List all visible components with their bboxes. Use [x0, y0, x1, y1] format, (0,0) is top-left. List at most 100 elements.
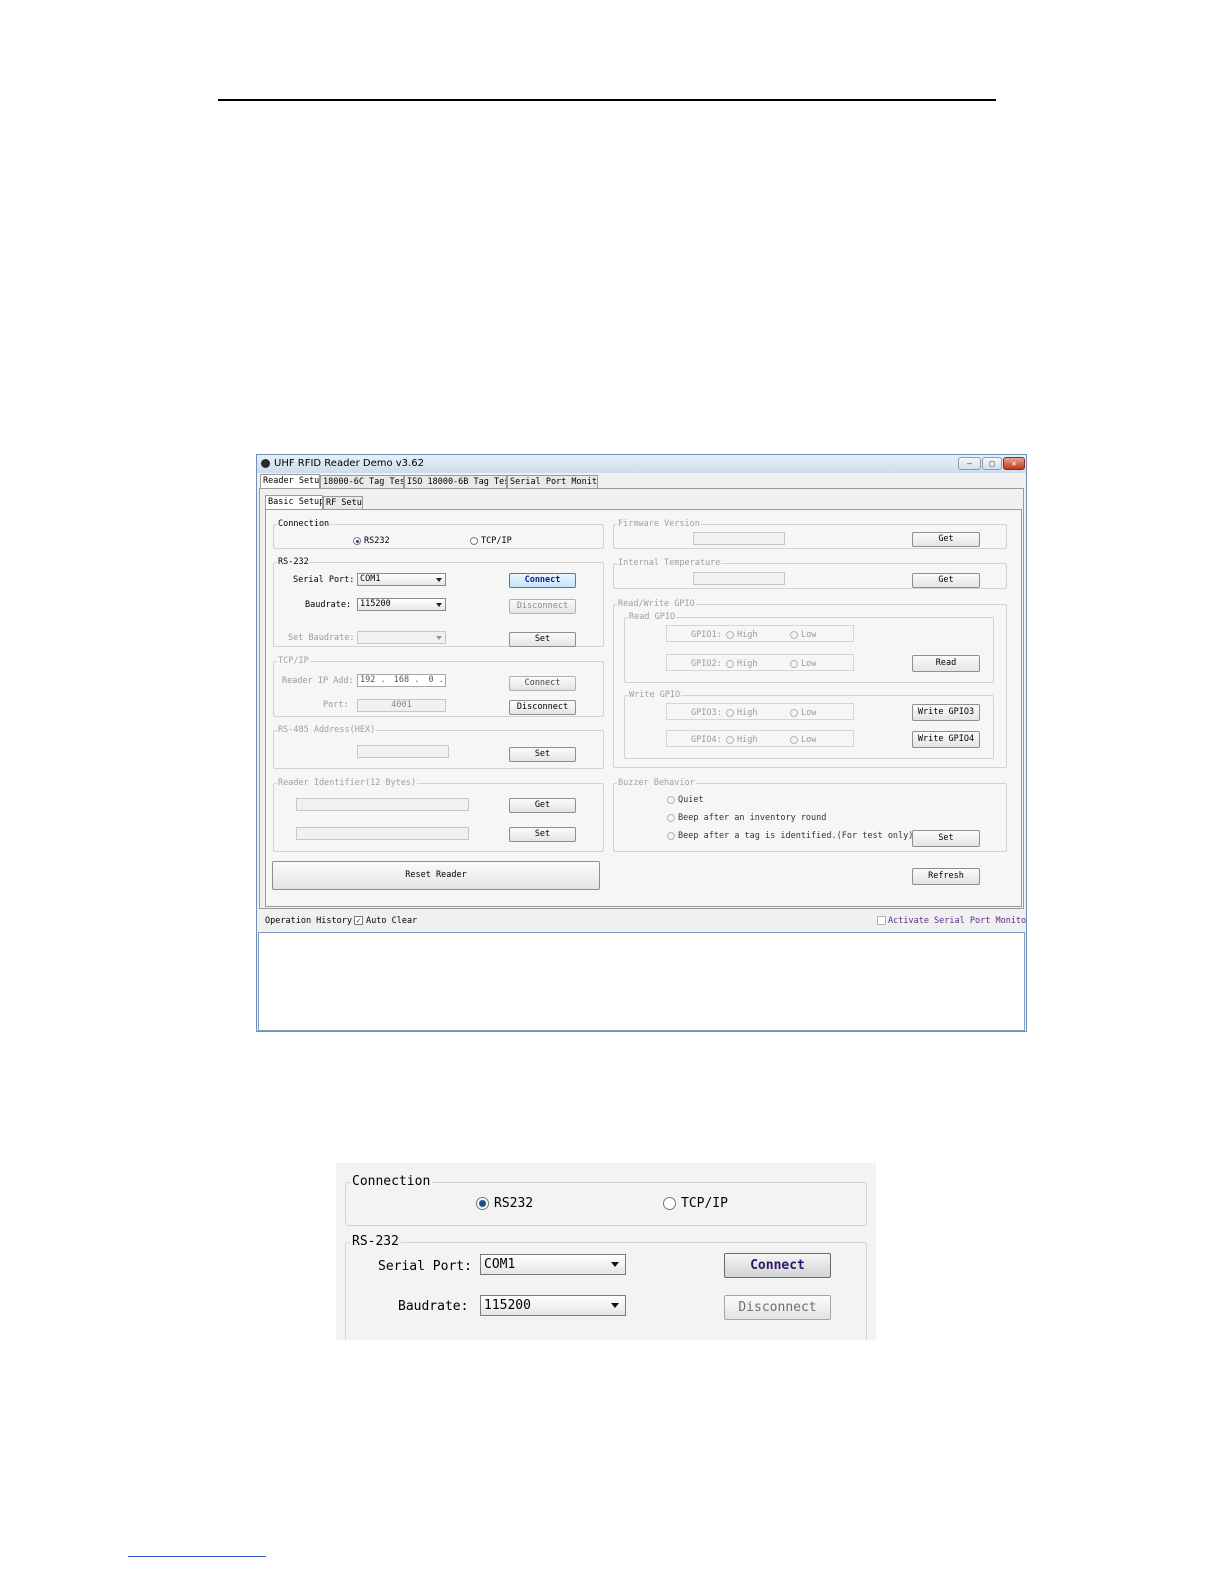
write-gpio-legend: Write GPIO [629, 690, 681, 700]
write-gpio3-button[interactable]: Write GPIO3 [912, 704, 980, 721]
baudrate-select[interactable]: 115200 [357, 598, 446, 611]
title-bar[interactable]: UHF RFID Reader Demo v3.62 — □ ✕ [257, 455, 1026, 473]
footer-rule [128, 1556, 266, 1557]
read-gpio-button[interactable]: Read [912, 655, 980, 672]
tab-reader-setup[interactable]: Reader Setup [260, 474, 320, 488]
zoom-serial-port-value: COM1 [484, 1257, 516, 1272]
identifier-legend: Reader Identifier(12 Bytes) [278, 778, 417, 788]
chevron-down-icon [436, 578, 442, 582]
set-baudrate-button[interactable]: Set [509, 632, 576, 647]
serial-port-label: Serial Port: [293, 575, 355, 585]
tab-rf-setup[interactable]: RF Setup [323, 496, 363, 509]
tab-serial-port-monitor[interactable]: Serial Port Monitor [507, 475, 598, 488]
zoom-rs232-radio[interactable] [476, 1197, 489, 1210]
set-baudrate-label: Set Baudrate: [288, 633, 355, 643]
connection-legend: Connection [278, 519, 330, 529]
rs232-connect-button[interactable]: Connect [509, 573, 576, 588]
buzzer-set-button[interactable]: Set [912, 830, 980, 847]
zoom-tcpip-radio[interactable] [663, 1197, 676, 1210]
port-input[interactable]: 4001 [357, 699, 446, 712]
reset-reader-button[interactable]: Reset Reader [272, 861, 600, 890]
gpio4-label: GPIO4: [691, 735, 722, 745]
identifier-set-input[interactable] [296, 827, 469, 840]
ip-octet-3: 0 [428, 675, 434, 685]
buzzer-legend: Buzzer Behavior [618, 778, 695, 788]
ip-octet-1: 192 [360, 675, 376, 685]
gpio3-low-label: Low [801, 708, 817, 718]
app-icon [261, 459, 270, 468]
tab-18000-6c[interactable]: 18000-6C Tag Test [320, 475, 404, 488]
auto-clear-label: Auto Clear [366, 916, 418, 926]
serial-port-value: COM1 [360, 574, 381, 584]
tab-basic-setup[interactable]: Basic Setup [265, 495, 323, 509]
auto-clear-checkbox[interactable]: ✓ [354, 916, 363, 925]
gpio2-high-label: High [737, 659, 758, 669]
close-button[interactable]: ✕ [1003, 457, 1025, 470]
app-window: UHF RFID Reader Demo v3.62 — □ ✕ Reader … [256, 454, 1027, 1032]
buzzer-tag-radio[interactable] [667, 832, 675, 840]
temperature-get-button[interactable]: Get [912, 573, 980, 588]
gpio1-low-radio[interactable] [790, 631, 798, 639]
gpio1-high-label: High [737, 630, 758, 640]
gpio3-high-radio[interactable] [726, 709, 734, 717]
serial-port-select[interactable]: COM1 [357, 573, 446, 586]
buzzer-quiet-radio[interactable] [667, 796, 675, 804]
ip-dot: . [414, 675, 420, 685]
connection-group: Connection [273, 520, 604, 549]
tcpip-disconnect-button[interactable]: Disconnect [509, 700, 576, 715]
zoom-tcpip-label: TCP/IP [681, 1196, 728, 1211]
zoom-connect-button[interactable]: Connect [724, 1253, 831, 1278]
tcpip-radio[interactable] [470, 537, 478, 545]
baudrate-label: Baudrate: [305, 600, 352, 610]
gpio4-high-radio[interactable] [726, 736, 734, 744]
gpio1-high-radio[interactable] [726, 631, 734, 639]
ip-dot: . [380, 675, 386, 685]
zoom-connection-group: Connection [345, 1175, 867, 1226]
refresh-button[interactable]: Refresh [912, 868, 980, 885]
gpio4-high-label: High [737, 735, 758, 745]
reader-ip-input[interactable]: 192 . 168 . 0 . 178 [357, 674, 446, 687]
rs485-address-input[interactable] [357, 745, 449, 758]
baudrate-value: 115200 [360, 599, 391, 609]
tcpip-connect-button[interactable]: Connect [509, 676, 576, 691]
read-gpio-group: Read GPIO [624, 613, 994, 683]
rs232-label: RS232 [364, 536, 390, 546]
gpio4-low-radio[interactable] [790, 736, 798, 744]
rs232-radio[interactable] [353, 537, 361, 545]
zoom-baudrate-label: Baudrate: [398, 1299, 469, 1314]
set-baudrate-select[interactable] [357, 631, 446, 644]
gpio2-high-radio[interactable] [726, 660, 734, 668]
identifier-get-input[interactable] [296, 798, 469, 811]
serial-monitor-label: Activate Serial Port Monitor [888, 916, 1027, 926]
rs232-disconnect-button[interactable]: Disconnect [509, 599, 576, 614]
write-gpio4-button[interactable]: Write GPIO4 [912, 731, 980, 748]
tab-iso-18000-6b[interactable]: ISO 18000-6B Tag Test [404, 475, 507, 488]
zoom-baudrate-select[interactable]: 115200 [480, 1295, 626, 1316]
reader-ip-label: Reader IP Add: [282, 676, 354, 686]
zoom-serial-port-select[interactable]: COM1 [480, 1254, 626, 1275]
identifier-set-button[interactable]: Set [509, 827, 576, 842]
zoom-rs232-label: RS232 [494, 1196, 534, 1211]
firmware-get-button[interactable]: Get [912, 532, 980, 547]
serial-monitor-checkbox[interactable] [877, 916, 886, 925]
zoom-disconnect-button[interactable]: Disconnect [724, 1295, 831, 1320]
identifier-get-button[interactable]: Get [509, 798, 576, 813]
maximize-button[interactable]: □ [982, 457, 1002, 470]
firmware-legend: Firmware Version [618, 519, 700, 529]
buzzer-quiet-label: Quiet [678, 795, 704, 805]
gpio2-low-radio[interactable] [790, 660, 798, 668]
operation-history-log[interactable] [258, 932, 1025, 1031]
gpio1-low-label: Low [801, 630, 817, 640]
rs485-legend: RS-485 Address(HEX) [278, 725, 376, 735]
firmware-version-input[interactable] [693, 532, 785, 545]
tcpip-label: TCP/IP [481, 536, 512, 546]
buzzer-inventory-radio[interactable] [667, 814, 675, 822]
gpio3-low-radio[interactable] [790, 709, 798, 717]
gpio3-high-label: High [737, 708, 758, 718]
temperature-input[interactable] [693, 572, 785, 585]
buzzer-inventory-label: Beep after an inventory round [678, 813, 827, 823]
chevron-down-icon [611, 1262, 619, 1267]
minimize-button[interactable]: — [958, 457, 981, 470]
rs485-set-button[interactable]: Set [509, 747, 576, 762]
gpio2-label: GPIO2: [691, 659, 722, 669]
